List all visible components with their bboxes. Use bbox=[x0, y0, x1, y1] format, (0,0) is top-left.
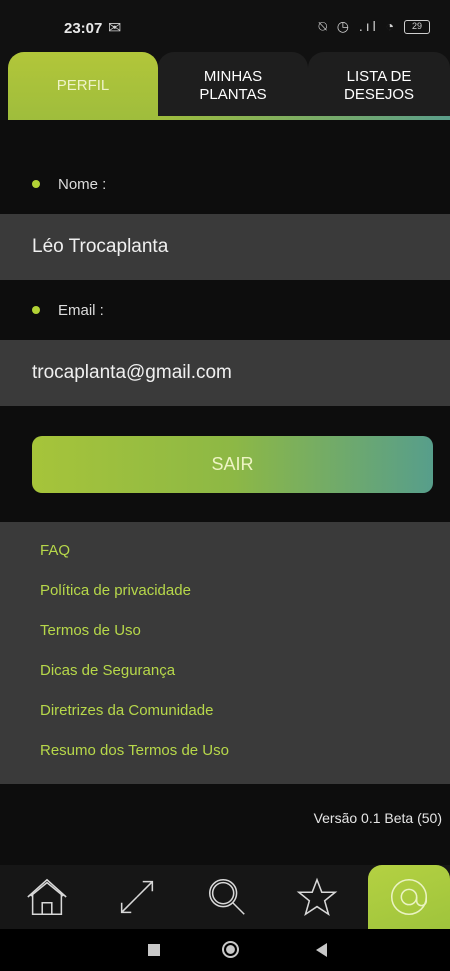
status-icons: ⍉ ◷ .ıl ◔ 29 bbox=[318, 18, 430, 35]
mail-notification-icon: ✉ bbox=[108, 20, 122, 37]
system-nav-bar bbox=[0, 929, 450, 971]
status-time: 23:07 bbox=[64, 20, 103, 37]
link-terms-summary[interactable]: Resumo dos Termos de Uso bbox=[40, 740, 450, 780]
trade-arrows-icon bbox=[120, 880, 154, 914]
tab-perfil[interactable]: PERFIL bbox=[8, 52, 158, 120]
bullet-icon bbox=[32, 306, 40, 314]
home-button[interactable] bbox=[222, 941, 239, 958]
link-terms-of-use[interactable]: Termos de Uso bbox=[40, 620, 450, 660]
nav-search[interactable] bbox=[186, 865, 268, 929]
email-value: trocaplanta@gmail.com bbox=[0, 340, 450, 406]
link-faq[interactable]: FAQ bbox=[40, 540, 450, 580]
name-value: Léo Trocaplanta bbox=[0, 214, 450, 280]
tab-minhas-plantas[interactable]: MINHAS PLANTAS bbox=[158, 52, 308, 120]
wifi-icon: ◔ bbox=[385, 18, 398, 34]
logout-button[interactable]: SAIR bbox=[32, 436, 433, 493]
name-label-row: Nome : bbox=[0, 154, 450, 214]
app-version: Versão 0.1 Beta (50) bbox=[313, 810, 442, 826]
logout-area: SAIR bbox=[0, 406, 450, 522]
nav-profile[interactable] bbox=[368, 865, 450, 929]
app-screen: 23:07 ✉ ⍉ ◷ .ıl ◔ 29 PERFIL MINHAS PLANT… bbox=[0, 0, 450, 971]
battery-icon: 29 bbox=[404, 20, 430, 35]
email-label-row: Email : bbox=[0, 280, 450, 340]
info-links: FAQ Política de privacidade Termos de Us… bbox=[0, 522, 450, 784]
link-community-guidelines[interactable]: Diretrizes da Comunidade bbox=[40, 700, 450, 740]
tab-minhas-plantas-label: MINHAS PLANTAS bbox=[199, 68, 267, 103]
bullet-icon bbox=[32, 180, 40, 188]
bottom-nav bbox=[0, 865, 450, 929]
version-area: Versão 0.1 Beta (50) bbox=[0, 784, 450, 874]
search-icon bbox=[208, 878, 245, 915]
tab-lista-de-desejos[interactable]: LISTA DE DESEJOS bbox=[308, 52, 450, 120]
status-indicators: ⍉ ◷ .ıl bbox=[318, 18, 379, 34]
back-button[interactable] bbox=[316, 943, 327, 957]
nav-trade[interactable] bbox=[96, 865, 178, 929]
link-safety-tips[interactable]: Dicas de Segurança bbox=[40, 660, 450, 700]
star-icon bbox=[296, 877, 338, 917]
email-label: Email : bbox=[58, 301, 104, 319]
home-icon bbox=[27, 878, 67, 916]
top-tabs: PERFIL MINHAS PLANTAS LISTA DE DESEJOS bbox=[0, 52, 450, 120]
nav-home[interactable] bbox=[6, 865, 88, 929]
profile-content: Nome : Léo Trocaplanta Email : trocaplan… bbox=[0, 120, 450, 874]
recent-apps-button[interactable] bbox=[148, 944, 160, 956]
link-privacy-policy[interactable]: Política de privacidade bbox=[40, 580, 450, 620]
name-label: Nome : bbox=[58, 175, 107, 193]
tab-lista-de-desejos-label: LISTA DE DESEJOS bbox=[343, 68, 415, 103]
spacer bbox=[0, 120, 450, 154]
nav-wishlist[interactable] bbox=[276, 865, 358, 929]
at-sign-icon bbox=[390, 878, 428, 916]
status-bar: 23:07 ✉ ⍉ ◷ .ıl ◔ 29 bbox=[0, 0, 450, 52]
